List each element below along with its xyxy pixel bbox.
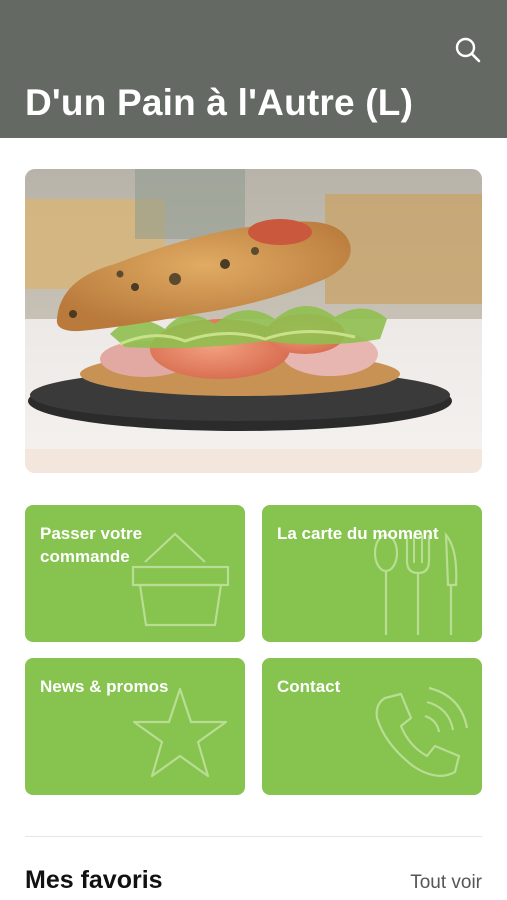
order-tile-label: Passer votre commande xyxy=(40,524,143,566)
news-tile[interactable]: News & promos xyxy=(25,658,245,795)
sandwich-photo xyxy=(25,169,482,473)
contact-tile[interactable]: Contact xyxy=(262,658,482,795)
order-tile[interactable]: Passer votre commande xyxy=(25,505,245,642)
page-title: D'un Pain à l'Autre (L) xyxy=(25,82,414,123)
see-all-link[interactable]: Tout voir xyxy=(410,872,482,894)
menu-tile-label: La carte du moment xyxy=(277,524,439,543)
menu-tile[interactable]: La carte du moment xyxy=(262,505,482,642)
app-header: D'un Pain à l'Autre (L) xyxy=(0,0,507,138)
hero-image xyxy=(25,169,482,473)
search-button[interactable] xyxy=(450,32,486,68)
section-divider xyxy=(25,836,482,837)
contact-tile-label: Contact xyxy=(277,677,341,696)
favorites-title: Mes favoris xyxy=(25,866,163,894)
news-tile-label: News & promos xyxy=(40,677,169,696)
search-icon xyxy=(455,37,481,63)
star-icon xyxy=(132,687,228,778)
